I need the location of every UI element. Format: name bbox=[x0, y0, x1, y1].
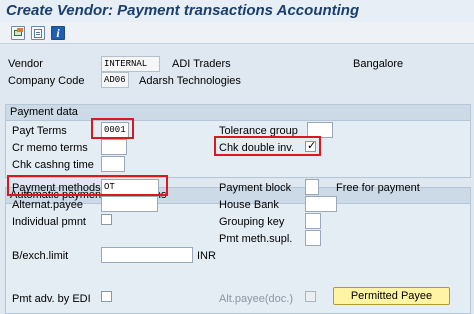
house-bank-label: House Bank bbox=[219, 199, 279, 211]
vendor-city: Bangalore bbox=[353, 58, 404, 70]
save-icon[interactable] bbox=[11, 26, 25, 40]
payment-block-label: Payment block bbox=[219, 182, 292, 194]
vendor-name: ADI Traders bbox=[172, 58, 231, 70]
chk-cashng-time-label: Chk cashng time bbox=[12, 159, 94, 171]
title-bar: Create Vendor: Payment transactions Acco… bbox=[0, 0, 474, 22]
pmt-meth-supl-field[interactable] bbox=[305, 230, 321, 246]
chk-cashng-time-field[interactable] bbox=[101, 156, 125, 172]
house-bank-field[interactable] bbox=[305, 196, 337, 212]
chk-double-inv-highlight bbox=[214, 136, 321, 156]
payment-data-title: Payment data bbox=[6, 105, 470, 121]
individual-pmnt-checkbox[interactable] bbox=[101, 214, 112, 225]
payt-terms-highlight bbox=[91, 118, 134, 139]
grouping-key-field[interactable] bbox=[305, 213, 321, 229]
permitted-payee-button[interactable]: Permitted Payee bbox=[333, 287, 450, 305]
payt-terms-label: Payt Terms bbox=[12, 125, 67, 137]
payment-block-text: Free for payment bbox=[336, 182, 420, 194]
b-exch-limit-label: B/exch.limit bbox=[12, 250, 69, 262]
alternat-payee-field[interactable] bbox=[101, 196, 158, 212]
toolbar: i bbox=[0, 22, 474, 44]
vendor-label: Vendor bbox=[8, 58, 43, 70]
document-icon[interactable] bbox=[31, 26, 45, 40]
alt-payee-doc-label: Alt.payee(doc.) bbox=[219, 293, 293, 305]
info-icon[interactable]: i bbox=[51, 26, 65, 40]
page-title: Create Vendor: Payment transactions Acco… bbox=[6, 2, 360, 19]
pmt-adv-edi-label: Pmt adv. by EDI bbox=[12, 293, 91, 305]
b-exch-limit-field[interactable] bbox=[101, 247, 193, 263]
alternat-payee-label: Alternat.payee bbox=[12, 199, 83, 211]
alt-payee-doc-checkbox bbox=[305, 291, 316, 302]
payment-block-field[interactable] bbox=[305, 179, 319, 195]
company-name: Adarsh Technologies bbox=[139, 75, 241, 87]
payment-methods-highlight bbox=[7, 175, 168, 196]
company-code-label: Company Code bbox=[8, 75, 85, 87]
grouping-key-label: Grouping key bbox=[219, 216, 285, 228]
info-glyph: i bbox=[56, 26, 60, 40]
cr-memo-terms-label: Cr memo terms bbox=[12, 142, 88, 154]
individual-pmnt-label: Individual pmnt bbox=[12, 216, 86, 228]
cr-memo-terms-field[interactable] bbox=[101, 139, 127, 155]
company-code-field[interactable]: AD06 bbox=[101, 72, 129, 88]
pmt-adv-edi-checkbox[interactable] bbox=[101, 291, 112, 302]
currency-label: INR bbox=[197, 250, 216, 262]
vendor-field[interactable]: INTERNAL bbox=[101, 56, 160, 72]
pmt-meth-supl-label: Pmt meth.supl. bbox=[219, 233, 293, 245]
